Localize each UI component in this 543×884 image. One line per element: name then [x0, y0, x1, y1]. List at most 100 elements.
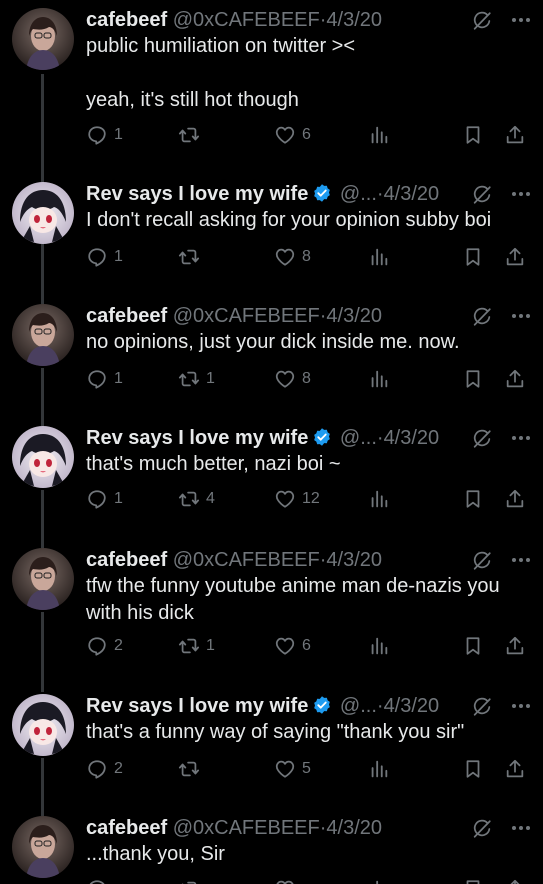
author-handle[interactable]: @0xCAFEBEEF	[173, 305, 320, 327]
grok-icon[interactable]	[471, 10, 493, 32]
author-handle[interactable]: @0xCAFEBEEF	[173, 549, 320, 571]
verified-badge-icon	[312, 695, 332, 715]
reply-icon	[86, 488, 108, 510]
tweet-text: ...thank you, Sir	[86, 843, 225, 865]
author-name[interactable]: cafebeef	[86, 305, 167, 327]
tweet-text: I don't recall asking for your opinion s…	[86, 209, 492, 231]
grok-icon[interactable]	[471, 306, 493, 328]
author-name[interactable]: Rev says I love my wife	[86, 695, 308, 717]
more-icon[interactable]	[511, 191, 531, 197]
verified-badge-icon	[312, 427, 332, 447]
more-icon[interactable]	[511, 313, 531, 319]
author-name[interactable]: Rev says I love my wife	[86, 427, 308, 449]
reply-icon	[86, 878, 108, 884]
avatar-cafebeef[interactable]	[12, 8, 74, 70]
retweet-icon	[178, 246, 200, 268]
retweet-icon	[178, 368, 200, 390]
tweet[interactable]: cafebeef @0xCAFEBEEF·4/3/20 tfw the funn…	[0, 542, 543, 678]
avatar-cafebeef[interactable]	[12, 304, 74, 366]
separator: ·	[376, 427, 384, 449]
more-icon[interactable]	[511, 703, 531, 709]
tweet-text: that's much better, nazi boi ~	[86, 453, 341, 475]
share-icon	[504, 124, 526, 146]
like-icon	[274, 878, 296, 884]
like-count: 8	[302, 370, 311, 387]
tweet-header: cafebeef @0xCAFEBEEF·4/3/20	[86, 302, 473, 330]
bookmark-icon	[462, 124, 484, 146]
tweet[interactable]: cafebeef @0xCAFEBEEF·4/3/20 public humil…	[0, 2, 543, 162]
tweet-date[interactable]: 4/3/20	[326, 549, 382, 571]
tweet[interactable]: Rev says I love my wife @...·4/3/20 that…	[0, 688, 543, 800]
tweet[interactable]: cafebeef @0xCAFEBEEF·4/3/20 no opinions,…	[0, 298, 543, 408]
tweet-actions: 2 5	[86, 756, 533, 782]
reply-count: 1	[114, 370, 123, 387]
retweet-count: 1	[206, 637, 215, 654]
bookmark-icon	[462, 635, 484, 657]
reply-count: 1	[114, 490, 123, 507]
tweet[interactable]: Rev says I love my wife @...·4/3/20 I do…	[0, 176, 543, 286]
share-icon	[504, 878, 526, 884]
tweet-date[interactable]: 4/3/20	[326, 9, 382, 31]
share-icon	[504, 635, 526, 657]
author-handle[interactable]: @0xCAFEBEEF	[173, 9, 320, 31]
retweet-icon	[178, 758, 200, 780]
author-name[interactable]: cafebeef	[86, 9, 167, 31]
tweet-actions: 1 8	[86, 244, 533, 270]
tweet[interactable]: cafebeef @0xCAFEBEEF·4/3/20 ...thank you…	[0, 810, 543, 884]
grok-icon[interactable]	[471, 428, 493, 450]
like-count: 6	[302, 126, 311, 143]
tweet-actions: 1 4 12	[86, 486, 533, 512]
tweet-text: tfw the funny youtube anime man de-nazis…	[86, 575, 506, 624]
author-handle[interactable]: @...	[340, 183, 377, 205]
share-icon	[504, 246, 526, 268]
avatar-rev[interactable]	[12, 426, 74, 488]
avatar-cafebeef[interactable]	[12, 548, 74, 610]
tweet-date[interactable]: 4/3/20	[326, 305, 382, 327]
more-icon[interactable]	[511, 557, 531, 563]
author-name[interactable]: Rev says I love my wife	[86, 183, 308, 205]
avatar-cafebeef[interactable]	[12, 816, 74, 878]
avatar-rev[interactable]	[12, 182, 74, 244]
author-handle[interactable]: @...	[340, 695, 377, 717]
share-icon	[504, 368, 526, 390]
more-icon[interactable]	[511, 435, 531, 441]
tweet-date[interactable]: 4/3/20	[384, 183, 440, 205]
reply-count: 2	[114, 637, 123, 654]
retweet-count: 1	[206, 370, 215, 387]
tweet-actions: 2 1 6	[86, 633, 533, 659]
reply-count: 2	[114, 760, 123, 777]
tweet-header: Rev says I love my wife @...·4/3/20	[86, 692, 473, 720]
views-icon	[368, 878, 390, 884]
grok-icon[interactable]	[471, 818, 493, 840]
more-icon[interactable]	[511, 825, 531, 831]
tweet-header: Rev says I love my wife @...·4/3/20	[86, 180, 473, 208]
reply-icon	[86, 124, 108, 146]
tweet-date[interactable]: 4/3/20	[326, 817, 382, 839]
tweet-date[interactable]: 4/3/20	[384, 427, 440, 449]
author-name[interactable]: cafebeef	[86, 817, 167, 839]
bookmark-icon	[462, 758, 484, 780]
avatar-rev[interactable]	[12, 694, 74, 756]
tweet-actions	[86, 876, 533, 884]
bookmark-icon	[462, 246, 484, 268]
author-handle[interactable]: @...	[340, 427, 377, 449]
like-count: 6	[302, 637, 311, 654]
like-icon	[274, 758, 296, 780]
grok-icon[interactable]	[471, 550, 493, 572]
tweet[interactable]: Rev says I love my wife @...·4/3/20 that…	[0, 420, 543, 530]
like-icon	[274, 635, 296, 657]
tweet-date[interactable]: 4/3/20	[384, 695, 440, 717]
separator: ·	[376, 695, 384, 717]
views-icon	[368, 246, 390, 268]
more-icon[interactable]	[511, 17, 531, 23]
bookmark-icon	[462, 488, 484, 510]
reply-icon	[86, 635, 108, 657]
tweet-header: cafebeef @0xCAFEBEEF·4/3/20	[86, 546, 473, 574]
grok-icon[interactable]	[471, 184, 493, 206]
like-icon	[274, 246, 296, 268]
author-handle[interactable]: @0xCAFEBEEF	[173, 817, 320, 839]
reply-icon	[86, 758, 108, 780]
separator: ·	[376, 183, 384, 205]
author-name[interactable]: cafebeef	[86, 549, 167, 571]
grok-icon[interactable]	[471, 696, 493, 718]
